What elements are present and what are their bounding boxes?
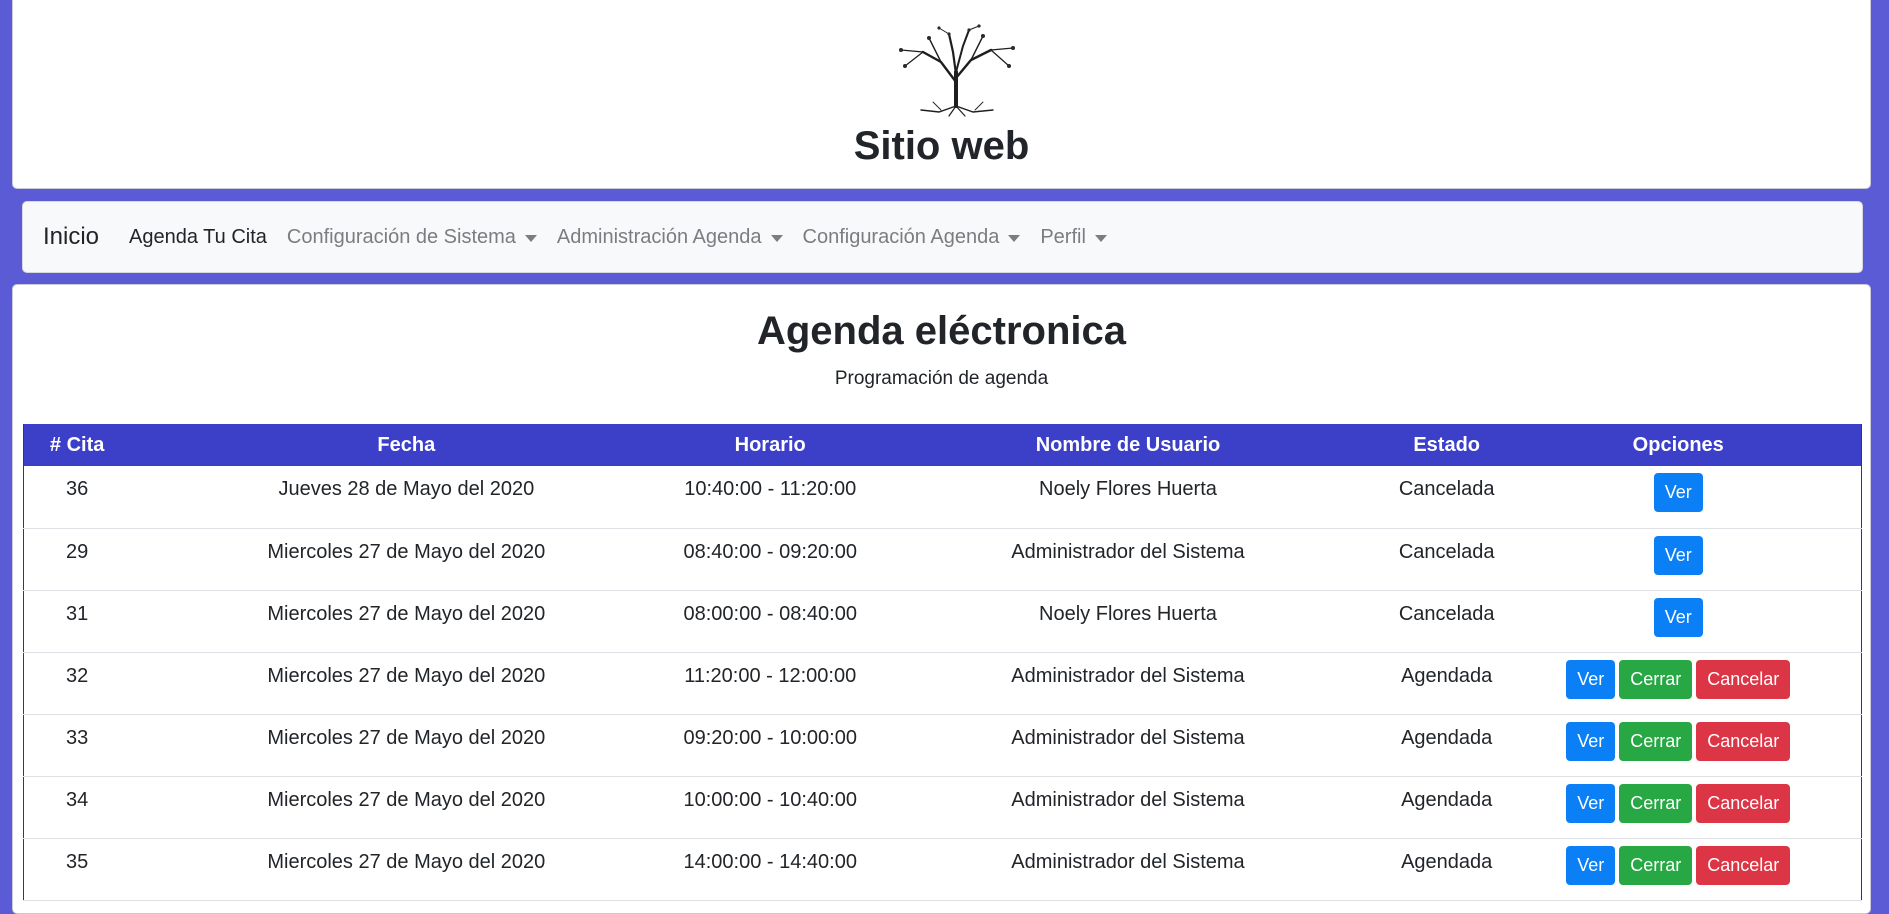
ver-button[interactable]: Ver xyxy=(1653,535,1703,575)
cell-horario: 10:00:00 - 10:40:00 xyxy=(683,788,857,811)
ver-button[interactable]: Ver xyxy=(1566,659,1616,699)
agenda-card: Agenda eléctronica Programación de agend… xyxy=(12,284,1871,914)
caret-down-icon xyxy=(524,234,537,242)
page-title: Agenda eléctronica xyxy=(756,309,1126,353)
cell-estado: Cancelada xyxy=(1398,540,1495,563)
col-header-usuario[interactable]: Nombre de Usuario xyxy=(858,424,1398,466)
tree-logo-icon xyxy=(899,24,1015,117)
col-header-fecha[interactable]: Fecha xyxy=(130,424,682,466)
ver-button[interactable]: Ver xyxy=(1653,597,1703,637)
nav-item-agenda-tu-cita[interactable]: Agenda Tu Cita xyxy=(129,226,267,249)
cell-usuario: Administrador del Sistema xyxy=(1011,726,1245,749)
cell-estado: Cancelada xyxy=(1398,478,1495,500)
cell-horario: 08:00:00 - 08:40:00 xyxy=(683,602,857,625)
table-row: 33 Miercoles 27 de Mayo del 2020 09:20:00 … xyxy=(23,714,1862,776)
table-row: 29 Miercoles 27 de Mayo del 2020 08:40:00 … xyxy=(23,528,1862,590)
nav-item-label: Administración Agenda xyxy=(556,225,762,248)
cell-fecha: Miercoles 27 de Mayo del 2020 xyxy=(267,726,546,749)
cancelar-button[interactable]: Cancelar xyxy=(1696,659,1791,699)
cell-estado: Agendada xyxy=(1401,850,1493,873)
caret-down-icon xyxy=(770,234,783,242)
table-row: 34 Miercoles 27 de Mayo del 2020 10:00:00 … xyxy=(23,776,1862,838)
cell-cita: 29 xyxy=(66,540,89,563)
cell-cita: 32 xyxy=(66,664,89,687)
cell-fecha: Miercoles 27 de Mayo del 2020 xyxy=(267,850,546,873)
cerrar-button[interactable]: Cerrar xyxy=(1619,783,1693,823)
table-row: 32 Miercoles 27 de Mayo del 2020 11:20:00 … xyxy=(23,652,1862,714)
cell-cita: 36 xyxy=(66,478,89,500)
cell-cita: 34 xyxy=(66,788,89,811)
cell-fecha: Miercoles 27 de Mayo del 2020 xyxy=(267,788,546,811)
cell-usuario: Administrador del Sistema xyxy=(1011,788,1245,811)
cell-estado: Agendada xyxy=(1401,788,1493,811)
cell-fecha: Miercoles 27 de Mayo del 2020 xyxy=(267,664,546,687)
table-body: 36 Jueves 28 de Mayo del 2020 10:40:00 - 1… xyxy=(23,466,1862,900)
col-header-estado[interactable]: Estado xyxy=(1398,424,1496,466)
cerrar-button[interactable]: Cerrar xyxy=(1619,845,1693,885)
ver-button[interactable]: Ver xyxy=(1566,845,1616,885)
agenda-table: # Cita Fecha Horario Nombre de Usuario E… xyxy=(23,424,1862,901)
cell-estado: Cancelada xyxy=(1398,602,1495,625)
cell-cita: 31 xyxy=(66,602,89,625)
ver-button[interactable]: Ver xyxy=(1566,783,1616,823)
col-header-opciones: Opciones xyxy=(1632,433,1724,456)
site-title: Sitio web xyxy=(853,124,1030,168)
col-header-horario[interactable]: Horario xyxy=(682,424,858,466)
cancelar-button[interactable]: Cancelar xyxy=(1696,783,1791,823)
cell-horario: 09:20:00 - 10:00:00 xyxy=(683,726,857,749)
nav-item-label: Agenda Tu Cita xyxy=(129,225,267,248)
main-navbar: Inicio Agenda Tu Cita Configuración de S… xyxy=(22,201,1863,273)
cell-opciones: Ver Cerrar Cancelar xyxy=(1495,776,1861,838)
table-row: 35 Miercoles 27 de Mayo del 2020 14:00:00 … xyxy=(23,838,1862,900)
cell-opciones: Ver xyxy=(1495,590,1861,652)
cell-opciones: Ver Cerrar Cancelar xyxy=(1495,714,1861,776)
page-subtitle: Programación de agenda xyxy=(834,368,1049,389)
table-header-row: # Cita Fecha Horario Nombre de Usuario E… xyxy=(23,424,1862,466)
cell-usuario: Administrador del Sistema xyxy=(1011,540,1245,563)
cerrar-button[interactable]: Cerrar xyxy=(1619,659,1693,699)
cell-fecha: Miercoles 27 de Mayo del 2020 xyxy=(267,540,546,563)
nav-item-label: Perfil xyxy=(1040,225,1086,248)
table-row: 31 Miercoles 27 de Mayo del 2020 08:00:00 … xyxy=(23,590,1862,652)
cell-opciones: Ver xyxy=(1495,466,1861,528)
navbar-brand-inicio[interactable]: Inicio xyxy=(43,223,99,251)
nav-dropdown-configuracion-agenda[interactable]: Configuración Agenda xyxy=(803,226,1021,249)
nav-dropdown-configuracion-sistema[interactable]: Configuración de Sistema xyxy=(287,226,537,249)
caret-down-icon xyxy=(1094,234,1107,242)
col-header-cita[interactable]: # Cita xyxy=(24,424,131,466)
table-row: 36 Jueves 28 de Mayo del 2020 10:40:00 - 1… xyxy=(23,466,1862,528)
cell-fecha: Jueves 28 de Mayo del 2020 xyxy=(278,478,535,500)
cell-usuario: Noely Flores Huerta xyxy=(1039,478,1217,500)
cell-opciones: Ver xyxy=(1495,528,1861,590)
nav-dropdown-perfil[interactable]: Perfil xyxy=(1040,226,1107,249)
site-header: Sitio web xyxy=(12,0,1871,189)
cell-horario: 10:40:00 - 11:20:00 xyxy=(684,478,857,500)
cell-opciones: Ver Cerrar Cancelar xyxy=(1495,652,1861,714)
nav-dropdown-administracion-agenda[interactable]: Administración Agenda xyxy=(557,226,783,249)
cancelar-button[interactable]: Cancelar xyxy=(1696,721,1791,761)
ver-button[interactable]: Ver xyxy=(1653,473,1703,512)
cell-fecha: Miercoles 27 de Mayo del 2020 xyxy=(267,602,546,625)
nav-item-label: Configuración Agenda xyxy=(802,225,1000,248)
cell-cita: 35 xyxy=(66,850,89,873)
cell-opciones: Ver Cerrar Cancelar xyxy=(1495,838,1861,900)
cell-horario: 14:00:00 - 14:40:00 xyxy=(683,850,857,873)
cell-usuario: Administrador del Sistema xyxy=(1011,664,1245,687)
cell-cita: 33 xyxy=(66,726,89,749)
cerrar-button[interactable]: Cerrar xyxy=(1619,721,1693,761)
cell-horario: 08:40:00 - 09:20:00 xyxy=(683,540,857,563)
cell-usuario: Noely Flores Huerta xyxy=(1039,602,1217,625)
caret-down-icon xyxy=(1008,234,1021,242)
cell-usuario: Administrador del Sistema xyxy=(1011,850,1245,873)
cancelar-button[interactable]: Cancelar xyxy=(1696,845,1791,885)
ver-button[interactable]: Ver xyxy=(1566,721,1616,761)
cell-estado: Agendada xyxy=(1401,726,1493,749)
nav-item-label: Configuración de Sistema xyxy=(286,225,516,248)
cell-horario: 11:20:00 - 12:00:00 xyxy=(684,664,857,687)
cell-estado: Agendada xyxy=(1401,664,1493,687)
